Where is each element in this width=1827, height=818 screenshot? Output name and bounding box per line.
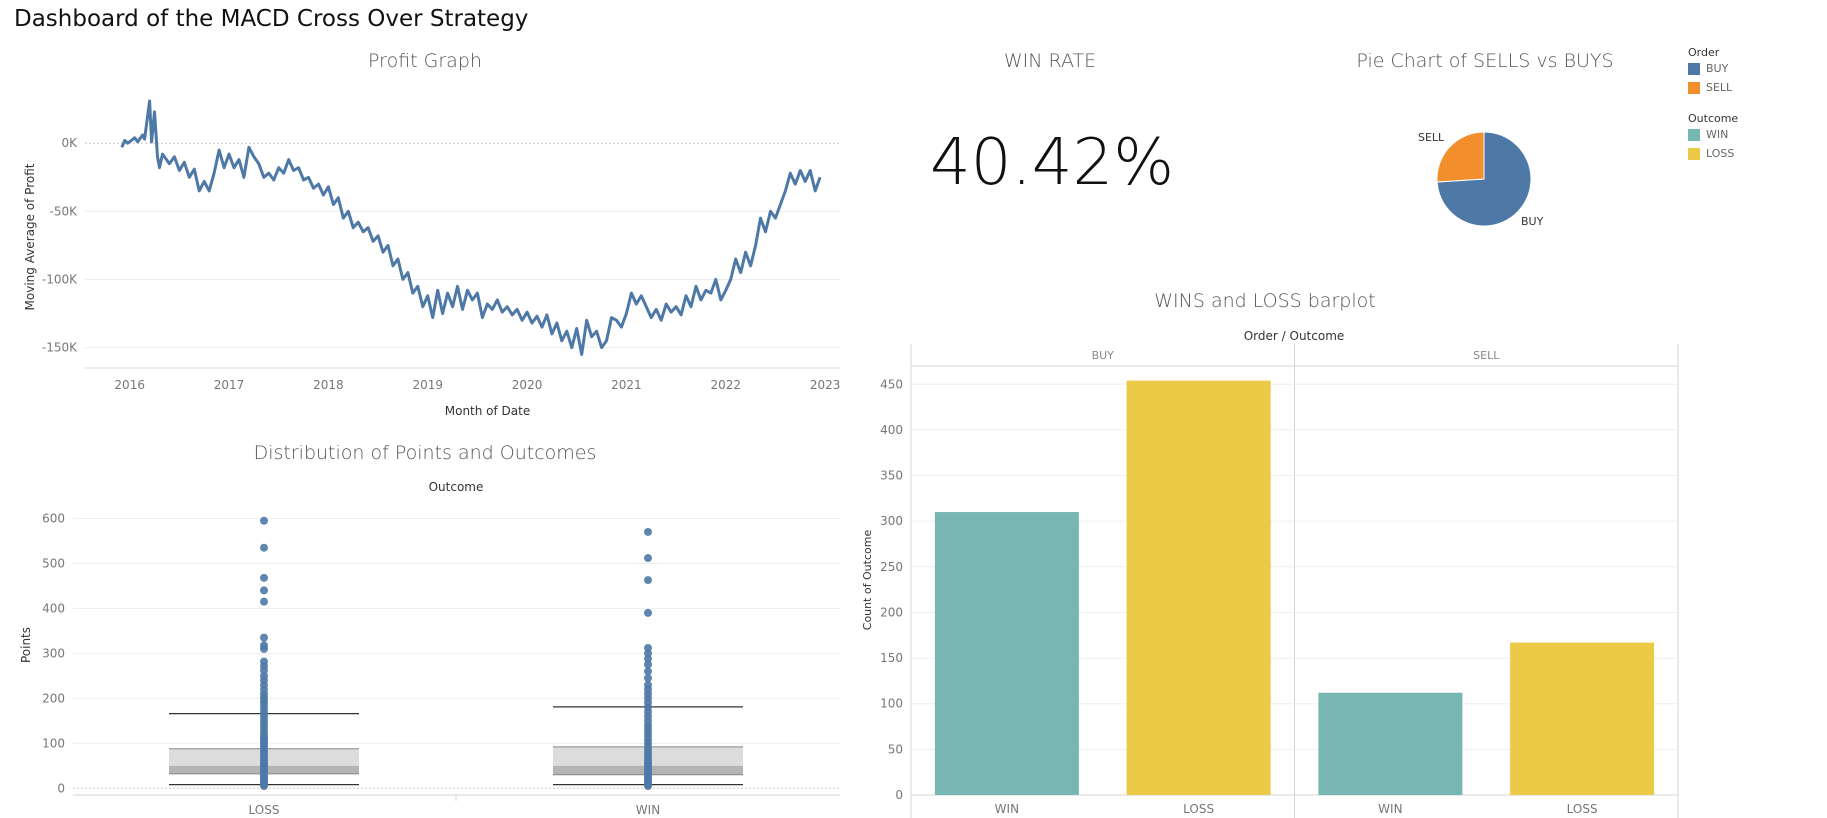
box-y-tick-label: 500 <box>42 556 65 570</box>
bar-y-tick-label: 300 <box>880 514 903 528</box>
box-y-tick-label: 0 <box>57 781 65 795</box>
bar-x-tick-label: WIN <box>995 802 1019 816</box>
bar-y-tick-label: 450 <box>880 377 903 391</box>
charts-canvas: 0K -50K -100K -150K 2016 2017 2018 2019 2020 2021… <box>19 99 1679 818</box>
panel-label-sell: SELL <box>1473 349 1500 362</box>
data-point-win <box>644 643 652 652</box>
box-y-tick-label: 600 <box>42 511 65 525</box>
bar-y-tick-label: 350 <box>880 469 903 483</box>
x-tick-label: 2021 <box>611 378 642 392</box>
box-y-axis-title: Points <box>19 627 33 663</box>
bar-y-tick-label: 400 <box>880 423 903 437</box>
data-point-loss <box>260 516 268 525</box>
bar-y-axis-title: Count of Outcome <box>861 530 874 631</box>
pie-label-buy: BUY <box>1521 215 1544 228</box>
x-tick-label: 2020 <box>512 378 543 392</box>
y-tick-label: 0K <box>61 136 78 150</box>
pie-label-sell: SELL <box>1418 131 1445 144</box>
box-x-tick-label: LOSS <box>249 803 280 817</box>
y-tick-label: -150K <box>42 341 78 355</box>
bar-y-tick-label: 100 <box>880 697 903 711</box>
profit-series-line <box>120 99 822 356</box>
x-tick-label: 2022 <box>710 378 741 392</box>
bar-buy-loss <box>1126 380 1271 795</box>
x-axis-title: Month of Date <box>445 404 531 418</box>
points-box-chart: Outcome 0 100 200 300 400 500 600 Points LOSS WIN <box>19 480 840 817</box>
bar-sell-win <box>1318 692 1463 795</box>
x-tick-label: 2019 <box>412 378 443 392</box>
data-point-loss <box>260 641 268 650</box>
data-point-loss <box>260 586 268 595</box>
data-point-win <box>644 576 652 585</box>
data-point-loss <box>260 543 268 552</box>
bar-buy-win <box>934 512 1079 795</box>
bar-y-tick-label: 200 <box>880 605 903 619</box>
bar-y-tick-label: 250 <box>880 560 903 574</box>
data-point-loss <box>260 597 268 606</box>
bar-x-tick-label: LOSS <box>1567 802 1598 816</box>
data-point-win <box>644 527 652 536</box>
profit-line-chart: 0K -50K -100K -150K 2016 2017 2018 2019 2020 2021… <box>23 99 841 418</box>
box-y-tick-label: 400 <box>42 601 65 615</box>
bar-header-title: Order / Outcome <box>1244 329 1345 343</box>
x-tick-label: 2016 <box>114 378 145 392</box>
x-tick-label: 2018 <box>313 378 344 392</box>
data-point-loss <box>260 633 268 642</box>
bar-y-tick-label: 50 <box>888 742 903 756</box>
data-point-win <box>644 608 652 617</box>
x-tick-label: 2017 <box>214 378 245 392</box>
bar-x-tick-label: LOSS <box>1183 802 1214 816</box>
bar-y-tick-label: 0 <box>895 788 903 802</box>
y-axis-title: Moving Average of Profit <box>23 163 37 310</box>
x-tick-label: 2023 <box>810 378 841 392</box>
box-x-tick-label: WIN <box>636 803 660 817</box>
y-tick-label: -50K <box>50 204 79 218</box>
bar-y-tick-label: 150 <box>880 651 903 665</box>
orders-pie-chart: BUY SELL <box>1418 131 1544 228</box>
data-point-loss <box>260 657 268 666</box>
bar-x-tick-label: WIN <box>1378 802 1402 816</box>
y-tick-label: -100K <box>42 272 78 286</box>
box-y-tick-label: 200 <box>42 691 65 705</box>
panel-label-buy: BUY <box>1092 349 1115 362</box>
outcome-bar-chart: Order / Outcome 0 50 100 150 200 250 300 350 400 4… <box>861 329 1679 818</box>
box-header-title: Outcome <box>429 480 484 494</box>
data-point-loss <box>260 573 268 582</box>
bar-sell-loss <box>1510 642 1655 795</box>
box-y-tick-label: 100 <box>42 736 65 750</box>
box-y-tick-label: 300 <box>42 646 65 660</box>
data-point-win <box>644 554 652 563</box>
